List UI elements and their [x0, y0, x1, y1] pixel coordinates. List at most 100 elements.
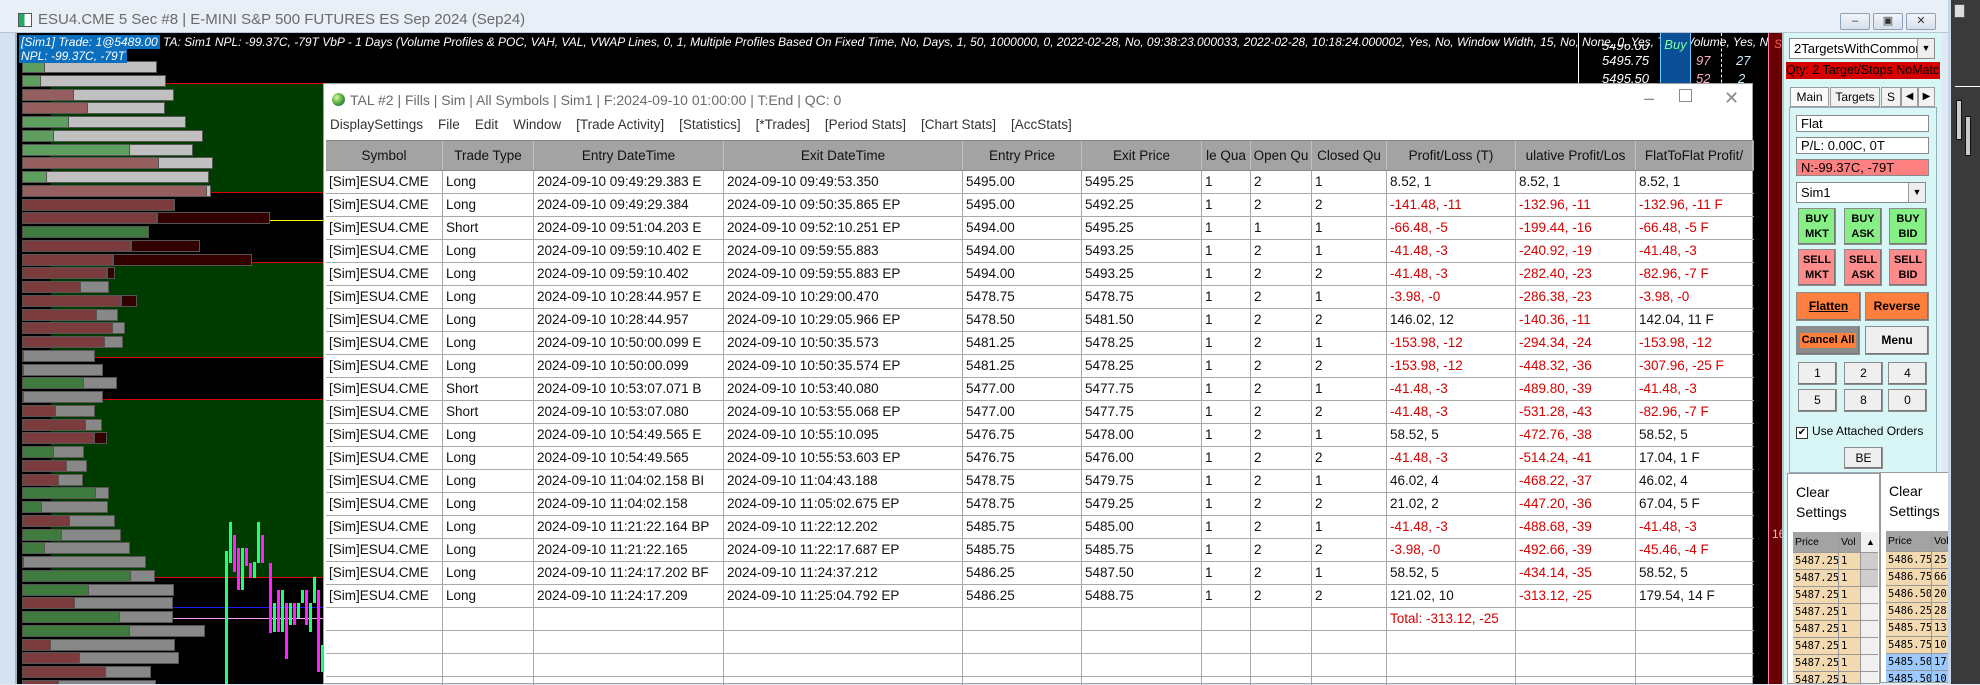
fill-row[interactable]: 5487.25 1	[1793, 621, 1878, 638]
tab-main[interactable]: Main	[1790, 87, 1829, 107]
table-row[interactable]: [Sim]ESU4.CME Short 2024-09-10 09:51:04.20…	[326, 217, 1754, 240]
column-header[interactable]: Entry Price	[963, 141, 1082, 170]
breakeven-button[interactable]: BE	[1844, 447, 1883, 469]
clear-settings-button[interactable]: Clear Settings	[1889, 481, 1949, 521]
table-row[interactable]: [Sim]ESU4.CME Long 2024-09-10 11:04:02.158…	[326, 493, 1754, 516]
fill-row[interactable]: 5487.25 1	[1793, 672, 1878, 683]
menu-item[interactable]: [AccStats]	[1011, 117, 1072, 132]
buy-ask-button[interactable]: BUY ASK	[1844, 208, 1882, 245]
table-row[interactable]: [Sim]ESU4.CME Long 2024-09-10 11:21:22.164…	[326, 516, 1754, 539]
ladder-bid-volume: 97	[1696, 53, 1711, 68]
column-header[interactable]: Exit Price	[1082, 141, 1202, 170]
table-row[interactable]: [Sim]ESU4.CME Short 2024-09-10 10:53:07.07…	[326, 378, 1754, 401]
volume-bar	[22, 171, 209, 183]
column-header[interactable]: ulative Profit/Los	[1516, 141, 1636, 170]
table-row[interactable]: [Sim]ESU4.CME Long 2024-09-10 09:49:29.383…	[326, 171, 1754, 194]
fill-row[interactable]: 5487.25 1	[1793, 553, 1878, 570]
fill-row[interactable]: 5487.25 1	[1793, 570, 1878, 587]
column-header[interactable]: Entry DateTime	[534, 141, 724, 170]
reverse-button[interactable]: Reverse	[1865, 292, 1929, 321]
table-row[interactable]: [Sim]ESU4.CME Long 2024-09-10 09:59:10.402…	[326, 263, 1754, 286]
close-button[interactable]: ✕	[1906, 13, 1936, 30]
maximize-icon[interactable]	[1679, 89, 1692, 102]
menu-item[interactable]: [Statistics]	[679, 117, 741, 132]
buy-bid-button[interactable]: BUY BID	[1889, 208, 1927, 245]
sell-ask-button[interactable]: SELL ASK	[1844, 249, 1882, 286]
table-row[interactable]: [Sim]ESU4.CME Long 2024-09-10 10:28:44.957…	[326, 286, 1754, 309]
column-header[interactable]: le Qua	[1202, 141, 1251, 170]
menu-item[interactable]: [Period Stats]	[825, 117, 906, 132]
scrollbar-track[interactable]	[1861, 604, 1878, 620]
tab-scroll-left-icon[interactable]: ◀	[1901, 87, 1918, 107]
column-header[interactable]: Profit/Loss (T)	[1387, 141, 1516, 170]
table-row[interactable]: [Sim]ESU4.CME Long 2024-09-10 11:21:22.165…	[326, 539, 1754, 562]
table-row[interactable]: [Sim]ESU4.CME Long 2024-09-10 10:50:00.099…	[326, 332, 1754, 355]
volume-bar-delta	[22, 542, 45, 555]
quantity-button-8[interactable]: 8	[1844, 389, 1883, 412]
minimize-icon[interactable]: –	[1644, 88, 1654, 109]
minimize-button[interactable]: –	[1840, 13, 1870, 30]
column-header[interactable]: Symbol	[326, 141, 443, 170]
table-row[interactable]: [Sim]ESU4.CME Long 2024-09-10 11:24:17.209…	[326, 585, 1754, 608]
table-row[interactable]: [Sim]ESU4.CME Long 2024-09-10 10:54:49.565…	[326, 424, 1754, 447]
strategy-dropdown[interactable]: 2TargetsWithCommon ▼	[1789, 38, 1935, 59]
menu-item[interactable]: Edit	[475, 117, 498, 132]
fill-row[interactable]: 5487.25 1	[1793, 604, 1878, 621]
close-icon[interactable]: ✕	[1724, 88, 1739, 109]
use-attached-orders-checkbox[interactable]: ✔	[1796, 427, 1808, 439]
scrollbar-track[interactable]	[1861, 655, 1878, 671]
clear-settings-button[interactable]: Clear Settings	[1796, 482, 1856, 522]
sell-column[interactable]: Sell 16	[1768, 33, 1782, 684]
quantity-button-2[interactable]: 2	[1844, 362, 1883, 385]
table-row[interactable]: [Sim]ESU4.CME Long 2024-09-10 09:49:29.384…	[326, 194, 1754, 217]
menu-item[interactable]: [*Trades]	[756, 117, 810, 132]
buy-mkt-button[interactable]: BUY MKT	[1798, 208, 1836, 245]
quantity-button-4[interactable]: 4	[1888, 362, 1927, 385]
tab-targets[interactable]: Targets	[1830, 87, 1880, 107]
scrollbar-track[interactable]	[1861, 553, 1878, 569]
quantity-button-1[interactable]: 1	[1798, 362, 1837, 385]
menu-button[interactable]: Menu	[1865, 326, 1929, 355]
table-row[interactable]: [Sim]ESU4.CME Long 2024-09-10 10:28:44.957…	[326, 309, 1754, 332]
menu-item[interactable]: DisplaySettings	[330, 117, 423, 132]
scrollbar-up-icon[interactable]: ▲	[1861, 532, 1878, 552]
scrollbar-track[interactable]	[1861, 570, 1878, 586]
scrollbar-track[interactable]	[1861, 672, 1878, 683]
flatten-button[interactable]: Flatten	[1796, 292, 1861, 321]
chevron-down-icon[interactable]: ▼	[1908, 183, 1925, 202]
column-header[interactable]: Exit DateTime	[724, 141, 963, 170]
cancel-all-button[interactable]: Cancel All	[1796, 326, 1860, 355]
quantity-button-5[interactable]: 5	[1798, 389, 1837, 412]
tab-more[interactable]: S	[1881, 87, 1901, 107]
scrollbar-track[interactable]	[1861, 587, 1878, 603]
table-row[interactable]: [Sim]ESU4.CME Long 2024-09-10 09:59:10.402…	[326, 240, 1754, 263]
table-row[interactable]: [Sim]ESU4.CME Long 2024-09-10 10:54:49.565…	[326, 447, 1754, 470]
account-dropdown[interactable]: Sim1 ▼	[1796, 182, 1926, 203]
sell-mkt-button[interactable]: SELL MKT	[1798, 249, 1836, 286]
tab-scroll-right-icon[interactable]: ▶	[1918, 87, 1935, 107]
column-header[interactable]: FlatToFlat Profit/	[1636, 141, 1753, 170]
table-row[interactable]: [Sim]ESU4.CME Long 2024-09-10 11:04:02.158…	[326, 470, 1754, 493]
column-header[interactable]: Trade Type	[443, 141, 534, 170]
table-row[interactable]: [Sim]ESU4.CME Long 2024-09-10 10:50:00.099…	[326, 355, 1754, 378]
column-header[interactable]: Closed Qu	[1312, 141, 1387, 170]
fill-row[interactable]: 5487.25 1	[1793, 655, 1878, 672]
scrollbar-track[interactable]	[1861, 638, 1878, 654]
table-row[interactable]: [Sim]ESU4.CME Long 2024-09-10 11:24:17.202…	[326, 562, 1754, 585]
sell-bid-button[interactable]: SELL BID	[1889, 249, 1927, 286]
scrollbar-track[interactable]	[1861, 621, 1878, 637]
fill-row[interactable]: 5487.25 1	[1793, 587, 1878, 604]
table-row[interactable]: [Sim]ESU4.CME Short 2024-09-10 10:53:07.08…	[326, 401, 1754, 424]
fill-row[interactable]: 5487.25 1	[1793, 638, 1878, 655]
candle	[1956, 100, 1962, 140]
menu-item[interactable]: File	[438, 117, 460, 132]
menu-item[interactable]: Window	[513, 117, 561, 132]
column-header[interactable]: Open Qu	[1251, 141, 1312, 170]
menu-item[interactable]: [Trade Activity]	[576, 117, 664, 132]
restore-button[interactable]: ▣	[1873, 13, 1903, 30]
quantity-button-0[interactable]: 0	[1888, 389, 1927, 412]
volume-bar	[22, 363, 103, 376]
chevron-down-icon[interactable]: ▼	[1917, 39, 1934, 58]
menu-item[interactable]: [Chart Stats]	[921, 117, 996, 132]
trades-table[interactable]: Symbol Trade Type Entry DateTime Exit DateT…	[326, 140, 1754, 685]
